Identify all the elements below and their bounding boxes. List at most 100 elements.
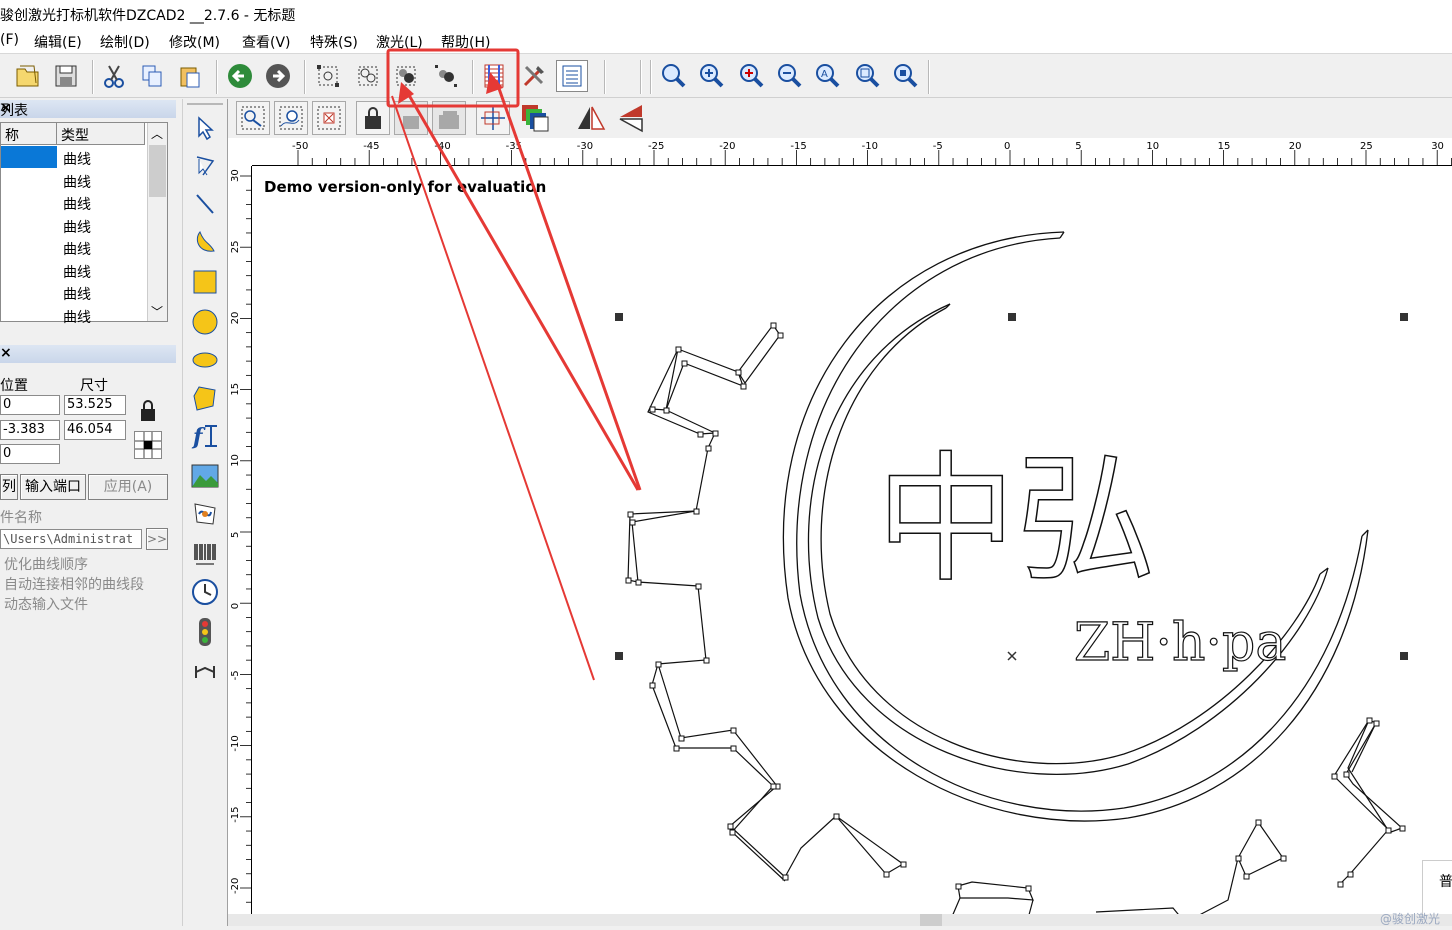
horizontal-scrollbar[interactable] — [228, 914, 1452, 926]
polygon-icon[interactable] — [189, 381, 221, 415]
draw-tool-column: f — [182, 99, 228, 926]
menu-view[interactable]: 查看(V) — [242, 32, 291, 52]
grid-anchor-icon[interactable] — [134, 431, 162, 459]
menu-laser[interactable]: 激光(L) — [376, 32, 423, 52]
select-points-icon[interactable] — [352, 60, 384, 92]
ellipse-icon[interactable] — [189, 343, 221, 377]
menu-special[interactable]: 特殊(S) — [310, 32, 358, 52]
main-toolbar: A — [0, 54, 1452, 98]
size-label: 尺寸 — [80, 378, 108, 394]
clock-icon[interactable] — [189, 575, 221, 609]
zoom-plus-icon[interactable] — [736, 60, 768, 92]
size-h-field[interactable]: 46.054 — [64, 420, 126, 440]
unlock-all-icon[interactable] — [432, 101, 466, 135]
scrollbar-thumb[interactable] — [149, 145, 166, 197]
unlock-object-icon[interactable] — [394, 101, 428, 135]
forward-arrow-icon[interactable] — [262, 60, 294, 92]
lock-object-icon[interactable] — [356, 101, 390, 135]
cut-scissors-icon[interactable] — [98, 60, 130, 92]
chevron-down-icon[interactable]: ﹀ — [151, 303, 163, 320]
open-folder-icon[interactable] — [12, 60, 44, 92]
close-icon[interactable]: × — [0, 345, 170, 361]
auto-connect-option[interactable]: 自动连接相邻的曲线段 — [4, 574, 144, 594]
rectangle-icon[interactable] — [189, 265, 221, 299]
vector-file-icon[interactable] — [189, 497, 221, 531]
barcode-icon[interactable] — [189, 537, 221, 571]
group-icon[interactable] — [390, 60, 422, 92]
menu-help[interactable]: 帮助(H) — [441, 32, 490, 52]
edit-toolbar — [228, 99, 1452, 137]
ungroup-icon[interactable] — [430, 60, 462, 92]
window-title: 骏创激光打标机软件DZCAD2 __2.7.6 - 无标题 — [0, 8, 296, 24]
layer-color-icon[interactable] — [518, 101, 552, 135]
curve-icon[interactable] — [189, 225, 221, 259]
close-icon[interactable]: × — [0, 100, 170, 116]
gear-nodes — [625, 322, 1406, 892]
properties-header: × — [0, 345, 176, 363]
input-port-button[interactable]: 输入端口 — [20, 474, 86, 500]
reference-point-icon[interactable] — [476, 101, 510, 135]
text-tool-icon[interactable]: f — [189, 419, 221, 453]
menu-file[interactable]: (F) — [0, 32, 19, 48]
position-label: 位置 — [0, 378, 28, 394]
column-type[interactable]: 类型 — [57, 123, 145, 145]
list-scrollbar[interactable]: ︿ ﹀ — [147, 123, 167, 321]
center-cross-icon — [1007, 651, 1017, 661]
copy-icon[interactable] — [136, 60, 168, 92]
svg-text:A: A — [821, 69, 828, 80]
node-combine-icon[interactable] — [236, 101, 270, 135]
menu-bar: (F) 编辑(E) 绘制(D) 修改(M) 查看(V) 特殊(S) 激光(L) … — [0, 28, 1452, 54]
object-list-header: 列表 × — [0, 100, 176, 119]
logo-english-text: ZH·h·pa — [1074, 613, 1286, 673]
file-name-label: 件名称 — [0, 510, 42, 526]
title-bar: 骏创激光打标机软件DZCAD2 __2.7.6 - 无标题 — [0, 0, 1452, 28]
drawing-canvas[interactable]: -50 -45 -40 -35 -30 -25 -20 -15 -10 -5 0 5 10 15 20 25 3… — [228, 138, 1452, 926]
dynamic-input-option[interactable]: 动态输入文件 — [4, 594, 88, 614]
back-arrow-icon[interactable] — [224, 60, 256, 92]
node-edit-icon[interactable] — [189, 149, 221, 183]
zoom-minus-icon[interactable] — [774, 60, 806, 92]
menu-draw[interactable]: 绘制(D) — [100, 32, 150, 52]
parameter-list-icon[interactable] — [556, 60, 588, 92]
object-list-table[interactable]: 称 类型 曲线 曲线 曲线 曲线 曲线 曲线 曲线 曲线 ︿ ﹀ — [0, 122, 168, 326]
line-icon[interactable] — [189, 187, 221, 221]
circle-icon[interactable] — [189, 305, 221, 339]
logo-drawing[interactable]: 中弘 ZH·h·pa — [228, 138, 1452, 926]
zoom-selected-icon[interactable] — [852, 60, 884, 92]
paste-icon[interactable] — [174, 60, 206, 92]
zoom-in-icon[interactable] — [696, 60, 728, 92]
browse-button[interactable]: >> — [146, 528, 168, 550]
traffic-light-icon[interactable] — [189, 615, 221, 649]
tools-icon[interactable] — [518, 60, 550, 92]
zoom-window-icon[interactable] — [890, 60, 922, 92]
bitmap-image-icon[interactable] — [189, 459, 221, 493]
node-break-icon[interactable] — [274, 101, 308, 135]
apply-button[interactable]: 应用(A) — [88, 474, 168, 500]
mirror-horizontal-icon[interactable] — [574, 101, 608, 135]
pos-y-field[interactable]: -3.383 — [0, 420, 60, 440]
lock-icon[interactable] — [134, 397, 162, 425]
column-name[interactable]: 称 — [1, 123, 57, 145]
menu-modify[interactable]: 修改(M) — [169, 32, 220, 52]
zoom-all-icon[interactable]: A — [812, 60, 844, 92]
size-w-field[interactable]: 53.525 — [64, 395, 126, 415]
save-disk-icon[interactable] — [50, 60, 82, 92]
pos-x-field[interactable]: 0 — [0, 395, 60, 415]
left-panel: 列表 × 称 类型 曲线 曲线 曲线 曲线 曲线 曲线 曲线 曲线 ︿ ﹀ × … — [0, 99, 182, 926]
select-nodes-icon[interactable] — [312, 60, 344, 92]
chevron-up-icon[interactable]: ︿ — [151, 125, 163, 142]
scrollbar-thumb[interactable] — [920, 914, 942, 926]
menu-edit[interactable]: 编辑(E) — [34, 32, 82, 52]
pos-z-field[interactable]: 0 — [0, 444, 60, 464]
optimize-order-option[interactable]: 优化曲线顺序 — [4, 554, 88, 574]
select-arrow-icon[interactable] — [189, 111, 221, 145]
zoom-icon[interactable] — [658, 60, 690, 92]
hatch-icon[interactable] — [478, 60, 510, 92]
watermark-text: @骏创激光 — [1380, 912, 1441, 926]
mirror-vertical-icon[interactable] — [614, 101, 648, 135]
node-delete-icon[interactable] — [312, 101, 346, 135]
file-path-field[interactable]: \Users\Administrat — [0, 529, 142, 549]
left-button[interactable]: 列 — [0, 474, 18, 500]
svg-text:f: f — [191, 424, 206, 450]
extend-axis-icon[interactable] — [189, 655, 221, 689]
